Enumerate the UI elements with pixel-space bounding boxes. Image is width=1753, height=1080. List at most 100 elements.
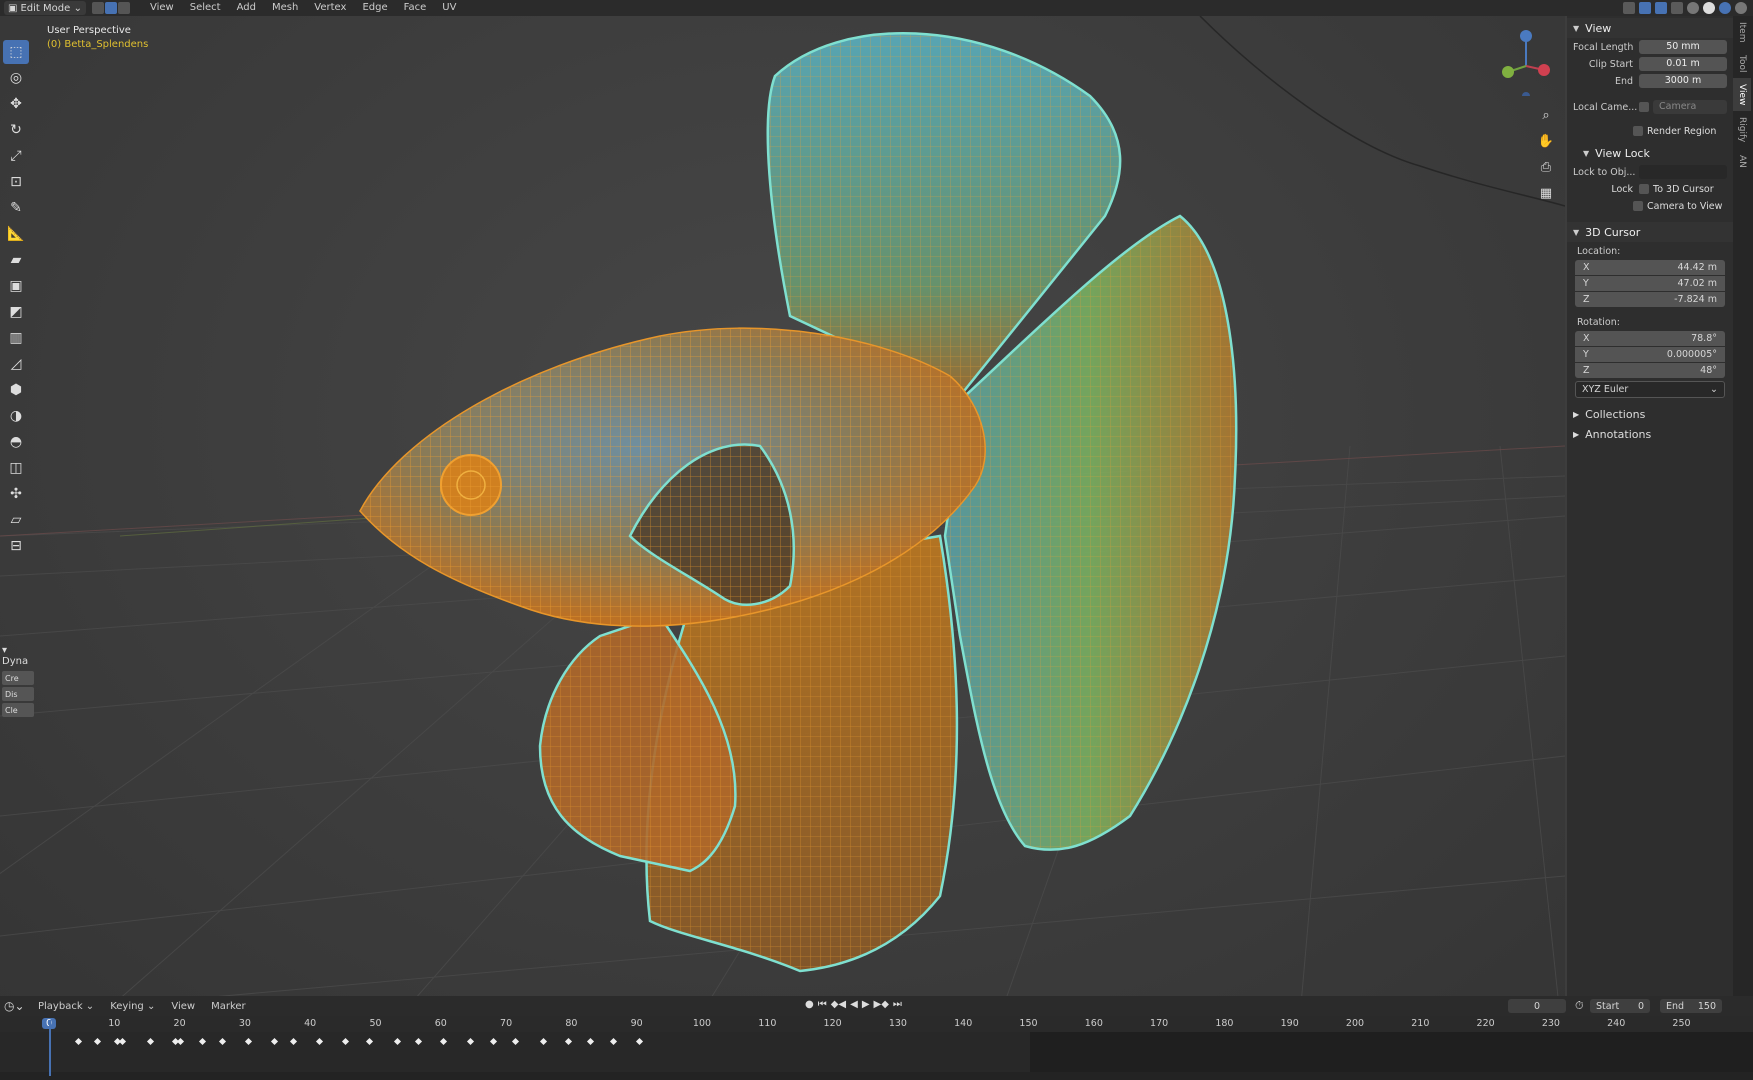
move-icon[interactable]: ✥ bbox=[3, 92, 29, 116]
view-panel-header[interactable]: ▼ View bbox=[1567, 18, 1733, 38]
playhead[interactable] bbox=[49, 1020, 51, 1076]
next-keyframe-icon[interactable]: ▶◆ bbox=[874, 999, 889, 1010]
rotate-icon[interactable]: ↻ bbox=[3, 118, 29, 142]
editor-type-icon[interactable]: ◷⌄ bbox=[4, 999, 25, 1013]
cursor-location-y[interactable]: Y 47.02 m bbox=[1575, 276, 1725, 291]
menu-vertex[interactable]: Vertex bbox=[306, 0, 354, 16]
poly-build-icon[interactable]: ⬢ bbox=[3, 378, 29, 402]
cursor-location-z[interactable]: Z -7.824 m bbox=[1575, 292, 1725, 307]
perspective-grid-icon[interactable]: ▦ bbox=[1535, 182, 1557, 204]
menu-edge[interactable]: Edge bbox=[354, 0, 395, 16]
stopwatch-icon[interactable]: ⏱ bbox=[1575, 999, 1584, 1013]
menu-mesh[interactable]: Mesh bbox=[264, 0, 306, 16]
to-3d-cursor-checkbox[interactable] bbox=[1639, 184, 1649, 194]
start-frame-field[interactable]: Start 0 bbox=[1590, 999, 1650, 1013]
zoom-icon[interactable]: ⌕ bbox=[1535, 104, 1557, 126]
camera-view-icon[interactable]: ⎙ bbox=[1535, 156, 1557, 178]
transform-icon[interactable]: ⊡ bbox=[3, 170, 29, 194]
z-axis-icon[interactable] bbox=[1520, 30, 1532, 42]
select-box-icon[interactable]: ⬚ bbox=[3, 40, 29, 64]
end-frame-field[interactable]: End 150 bbox=[1660, 999, 1722, 1013]
frame-ruler[interactable]: 0102030405060708090100110120130140150160… bbox=[0, 1016, 1753, 1032]
cursor-rotation-y[interactable]: Y 0.000005° bbox=[1575, 347, 1725, 362]
tab-item[interactable]: Item bbox=[1733, 16, 1751, 49]
prev-keyframe-icon[interactable]: ◆◀ bbox=[831, 999, 846, 1010]
3d-cursor-header[interactable]: ▼ 3D Cursor bbox=[1567, 222, 1733, 242]
x-axis-icon[interactable] bbox=[1538, 64, 1550, 76]
cursor-rotation-z[interactable]: Z 48° bbox=[1575, 363, 1725, 378]
jump-start-icon[interactable]: ⏮ bbox=[818, 999, 827, 1010]
rendered-shading-icon[interactable] bbox=[1735, 2, 1747, 14]
spin-icon[interactable]: ◑ bbox=[3, 404, 29, 428]
record-icon[interactable]: ● bbox=[805, 999, 814, 1010]
solid-shading-icon[interactable] bbox=[1703, 2, 1715, 14]
menu-face[interactable]: Face bbox=[396, 0, 435, 16]
camera-to-view-checkbox[interactable] bbox=[1633, 201, 1643, 211]
dyna-dissolve-button[interactable]: Dis bbox=[2, 687, 34, 701]
keyframe-area-outside-range[interactable] bbox=[1030, 1032, 1753, 1072]
shear-icon[interactable]: ▱ bbox=[3, 508, 29, 532]
dyna-panel-title[interactable]: ▾ Dyna bbox=[0, 643, 36, 669]
cursor-rotation-x[interactable]: X 78.8° bbox=[1575, 331, 1725, 346]
menu-uv[interactable]: UV bbox=[434, 0, 464, 16]
view-object-types-icon[interactable] bbox=[1623, 2, 1635, 14]
menu-marker[interactable]: Marker bbox=[203, 1001, 254, 1012]
menu-timeline-view[interactable]: View bbox=[163, 1001, 203, 1012]
gizmo-toggle-icon[interactable] bbox=[1639, 2, 1651, 14]
shrink-fatten-icon[interactable]: ✣ bbox=[3, 482, 29, 506]
jump-end-icon[interactable]: ⏭ bbox=[893, 999, 902, 1010]
edge-slide-icon[interactable]: ◫ bbox=[3, 456, 29, 480]
material-shading-icon[interactable] bbox=[1719, 2, 1731, 14]
tab-view[interactable]: View bbox=[1733, 77, 1751, 112]
mode-selector[interactable]: ▣ Edit Mode ⌄ bbox=[4, 1, 86, 15]
lock-to-object-field[interactable] bbox=[1639, 165, 1727, 179]
camera-to-view-row[interactable]: Camera to View bbox=[1633, 198, 1727, 214]
edge-select-icon[interactable] bbox=[105, 2, 117, 14]
menu-keying[interactable]: Keying ⌄ bbox=[102, 1001, 163, 1012]
pan-hand-icon[interactable]: ✋ bbox=[1535, 130, 1557, 152]
bevel-icon[interactable]: ◩ bbox=[3, 300, 29, 324]
local-camera-field[interactable]: Camera bbox=[1653, 100, 1727, 114]
render-region-checkbox[interactable] bbox=[1633, 126, 1643, 136]
vertex-select-icon[interactable] bbox=[92, 2, 104, 14]
tab-rigify[interactable]: Rigify bbox=[1733, 111, 1751, 148]
view-lock-header[interactable]: ▼ View Lock bbox=[1567, 143, 1733, 163]
local-camera-checkbox[interactable] bbox=[1639, 102, 1649, 112]
menu-select[interactable]: Select bbox=[182, 0, 229, 16]
dyna-create-button[interactable]: Cre bbox=[2, 671, 34, 685]
measure-icon[interactable]: 📐 bbox=[3, 222, 29, 246]
navigation-gizmo[interactable] bbox=[1494, 26, 1558, 96]
rip-icon[interactable]: ⊟ bbox=[3, 534, 29, 558]
y-axis-icon[interactable] bbox=[1502, 66, 1514, 78]
xray-toggle-icon[interactable] bbox=[1671, 2, 1683, 14]
neg-z-axis-icon[interactable] bbox=[1522, 92, 1530, 96]
render-region-toggle[interactable]: Render Region bbox=[1633, 123, 1727, 139]
clip-start-field[interactable]: 0.01 m bbox=[1639, 57, 1727, 71]
extrude-icon[interactable]: ▰ bbox=[3, 248, 29, 272]
3d-viewport[interactable]: User Perspective (0) Betta_Splendens ⬚ ◎… bbox=[0, 16, 1565, 1016]
smooth-icon[interactable]: ◓ bbox=[3, 430, 29, 454]
focal-length-field[interactable]: 50 mm bbox=[1639, 40, 1727, 54]
play-reverse-icon[interactable]: ◀ bbox=[850, 999, 858, 1010]
cursor-location-x[interactable]: X 44.42 m bbox=[1575, 260, 1725, 275]
scale-icon[interactable]: ⤢ bbox=[3, 144, 29, 168]
menu-view[interactable]: View bbox=[142, 0, 182, 16]
inset-icon[interactable]: ▣ bbox=[3, 274, 29, 298]
wireframe-shading-icon[interactable] bbox=[1687, 2, 1699, 14]
menu-playback[interactable]: Playback ⌄ bbox=[30, 1001, 102, 1012]
annotate-icon[interactable]: ✎ bbox=[3, 196, 29, 220]
play-icon[interactable]: ▶ bbox=[862, 999, 870, 1010]
current-frame-field[interactable]: 0 bbox=[1508, 999, 1566, 1013]
annotations-panel-header[interactable]: ▶ Annotations bbox=[1567, 424, 1733, 444]
lock-to-3d-cursor-row[interactable]: Lock To 3D Cursor bbox=[1573, 181, 1727, 197]
tab-tool[interactable]: Tool bbox=[1733, 49, 1751, 78]
rotation-mode-dropdown[interactable]: XYZ Euler ⌄ bbox=[1575, 381, 1725, 398]
knife-icon[interactable]: ◿ bbox=[3, 352, 29, 376]
clip-end-field[interactable]: 3000 m bbox=[1639, 74, 1727, 88]
tab-an[interactable]: AN bbox=[1733, 149, 1751, 174]
face-select-icon[interactable] bbox=[118, 2, 130, 14]
cursor-icon[interactable]: ◎ bbox=[3, 66, 29, 90]
dyna-clear-button[interactable]: Cle bbox=[2, 703, 34, 717]
loop-cut-icon[interactable]: ▥ bbox=[3, 326, 29, 350]
menu-add[interactable]: Add bbox=[229, 0, 264, 16]
